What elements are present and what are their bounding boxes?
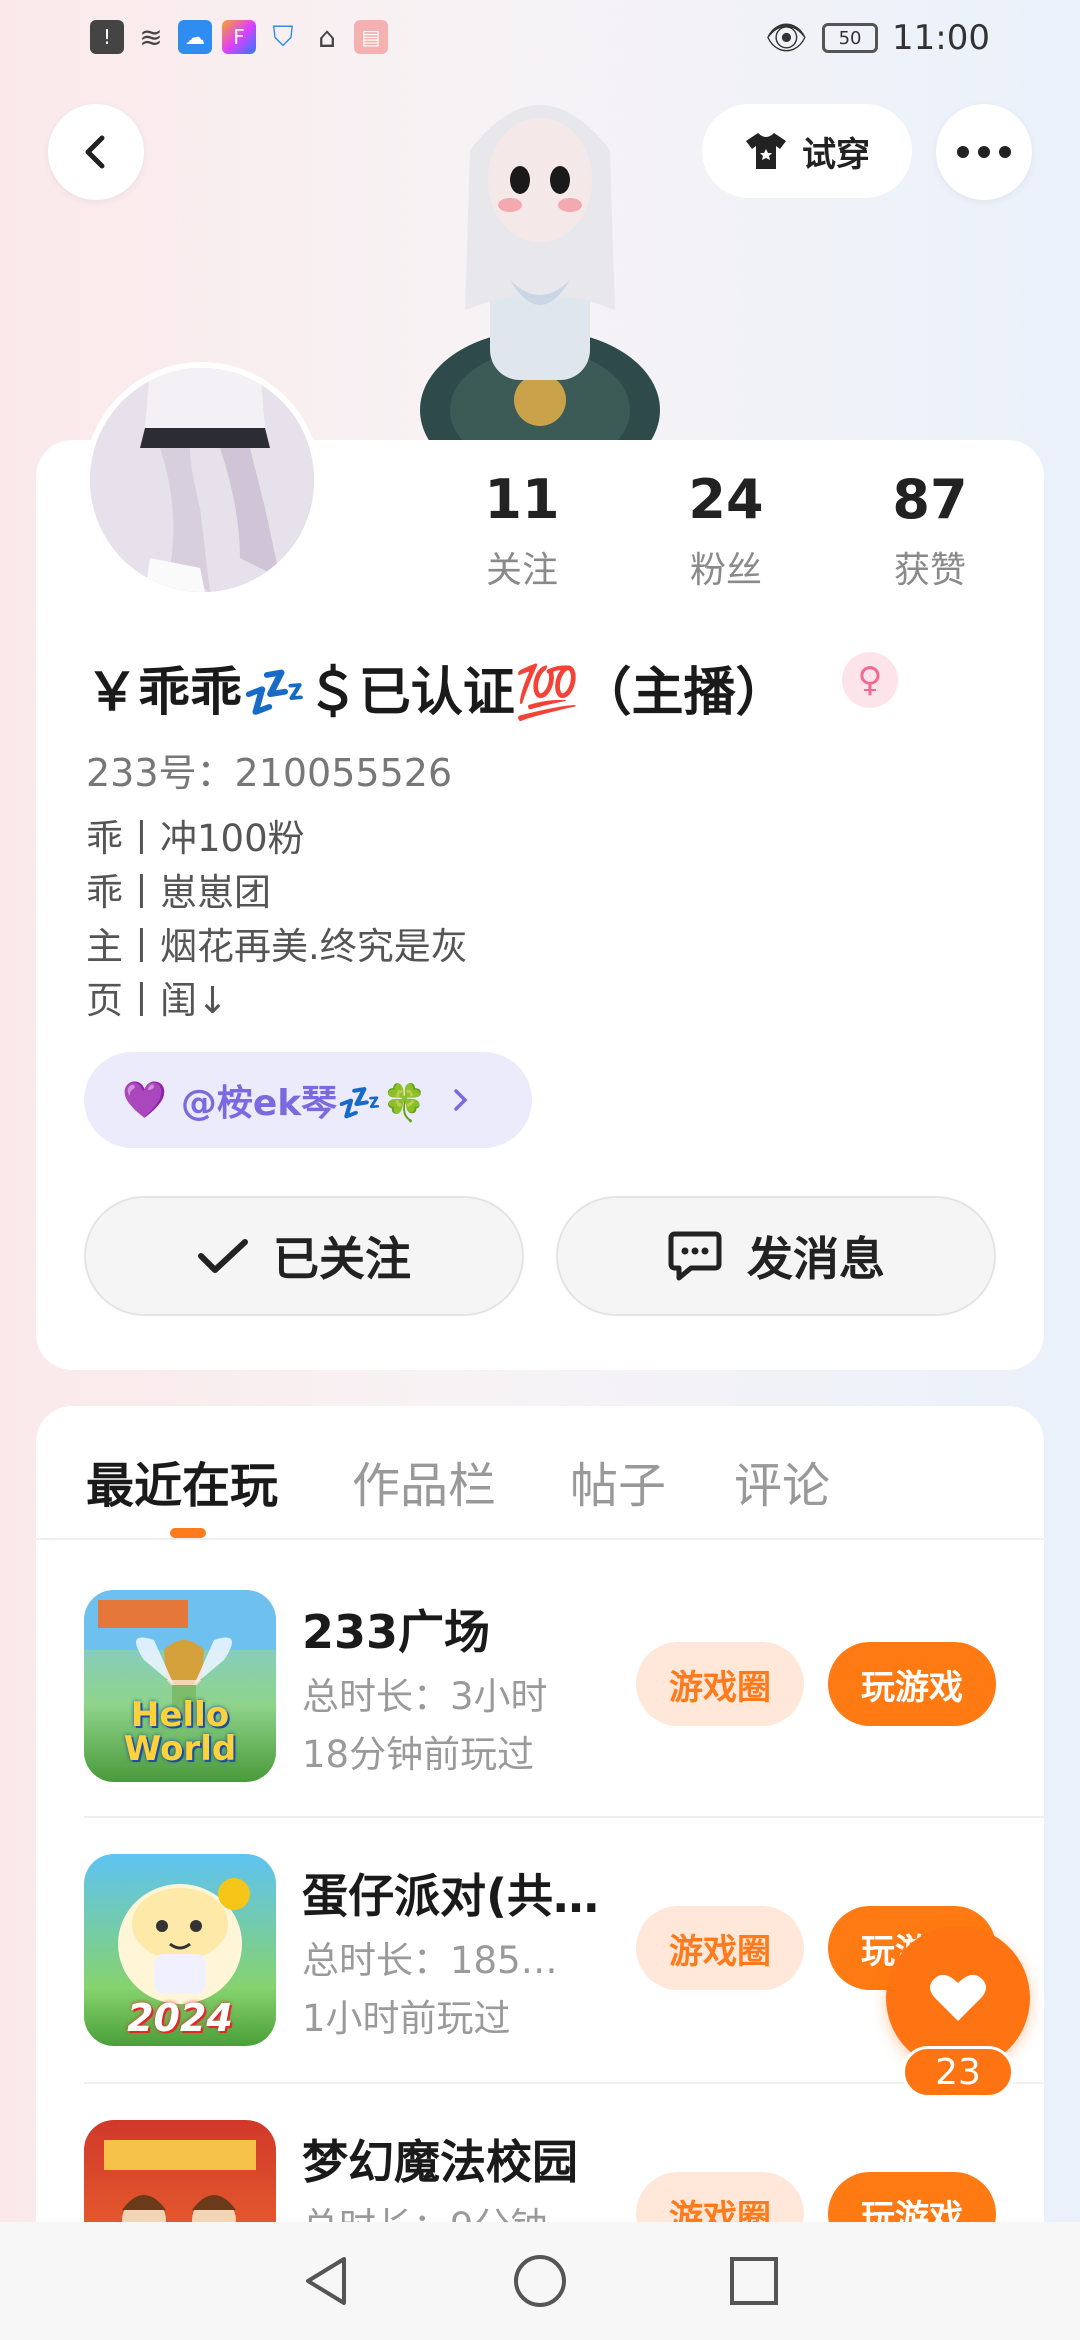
bio: 乖丨冲100粉 乖丨崽崽团 主丨烟花再美.终究是灰 页丨闺↓: [86, 812, 468, 1028]
chevron-right-icon: [454, 1089, 468, 1111]
bio-line: 乖丨崽崽团: [86, 871, 271, 914]
game-title[interactable]: 梦幻魔法校园: [302, 2126, 578, 2192]
shield-icon: ⛉: [272, 20, 294, 53]
following-count: 11: [484, 468, 560, 531]
system-nav-bar: [0, 2222, 1080, 2340]
stat-following[interactable]: 11 关注: [442, 468, 602, 593]
back-button[interactable]: [48, 104, 144, 200]
game-circle-button[interactable]: 游戏圈: [636, 1906, 804, 1990]
tab-works[interactable]: 作品栏: [352, 1446, 496, 1516]
nav-home-icon[interactable]: [512, 2253, 568, 2309]
avatar[interactable]: [84, 362, 320, 598]
nav-recents-icon[interactable]: [728, 2255, 780, 2307]
nickname: ￥乖乖💤＄已认证💯（主播）: [86, 663, 788, 723]
followed-button[interactable]: 已关注: [84, 1196, 524, 1316]
bio-line: 主丨烟花再美.终究是灰: [86, 925, 468, 968]
try-on-button[interactable]: 试穿: [702, 104, 912, 198]
fans-count: 24: [688, 468, 764, 531]
game-last-played: 18分钟前玩过: [302, 1733, 535, 1776]
back-arrow-icon: [85, 135, 105, 169]
purple-hearts-icon: 💜: [122, 1080, 167, 1121]
eye-icon: 👁: [764, 18, 809, 58]
game-duration: 总时长：185…: [302, 1939, 558, 1982]
stat-fans[interactable]: 24 粉丝: [646, 468, 806, 593]
checkmark-icon: [198, 1239, 248, 1273]
wifi-icon: ≋: [139, 20, 163, 54]
tshirt-icon: [746, 133, 786, 169]
heart-icon: [930, 1974, 986, 2021]
avatar-image: [90, 368, 314, 592]
more-dots-icon: [957, 146, 1011, 158]
row-divider: [84, 2082, 1044, 2084]
female-gender-icon: ♀: [842, 652, 898, 708]
app-icon-gift: ▤: [354, 20, 388, 54]
play-game-button[interactable]: 玩游戏: [828, 1642, 996, 1726]
chat-bubble-icon: [668, 1231, 722, 1281]
tab-comments[interactable]: 评论: [734, 1446, 830, 1516]
send-message-label: 发消息: [747, 1232, 885, 1286]
avatar-figure[interactable]: [410, 80, 670, 490]
like-count-badge: 23: [902, 2046, 1014, 2098]
game-duration: 总时长：3小时: [302, 1675, 548, 1718]
followed-label: 已关注: [273, 1232, 411, 1286]
app-icon-bag: ⌂: [318, 20, 336, 54]
status-icons: ! ≋ ☁ F ⛉ ⌂ ▤: [90, 20, 388, 54]
game-icon[interactable]: Hello World: [84, 1590, 276, 1782]
game-title[interactable]: 蛋仔派对(共…: [302, 1860, 599, 1926]
game-icon-text: 2024: [127, 1996, 233, 2040]
stat-likes[interactable]: 87 获赞: [850, 468, 1010, 593]
tab-recently-played[interactable]: 最近在玩: [86, 1446, 278, 1516]
game-icon-text: Hello World: [123, 1695, 237, 1769]
status-right: 👁 50 11:00: [765, 18, 990, 58]
partner-tag[interactable]: 💜 @桉ek琴💤🍀: [84, 1052, 532, 1148]
battery-icon: 50: [822, 23, 879, 53]
alert-icon: !: [90, 20, 124, 54]
fans-label: 粉丝: [689, 550, 762, 591]
send-message-button[interactable]: 发消息: [556, 1196, 996, 1316]
more-button[interactable]: [936, 104, 1032, 200]
bio-line: 页丨闺↓: [86, 979, 229, 1022]
likes-count: 87: [892, 468, 968, 531]
bio-line: 乖丨冲100粉: [86, 817, 305, 860]
game-last-played: 1小时前玩过: [302, 1997, 511, 2040]
tab-active-indicator: [170, 1528, 206, 1538]
app-icon-blue: ☁: [178, 20, 212, 54]
try-on-label: 试穿: [802, 134, 870, 175]
likes-label: 获赞: [893, 550, 966, 591]
game-title[interactable]: 233广场: [302, 1596, 490, 1662]
game-icon[interactable]: 2024: [84, 1854, 276, 2046]
status-bar: ! ≋ ☁ F ⛉ ⌂ ▤ 👁 50 11:00: [0, 0, 1080, 80]
following-label: 关注: [485, 550, 558, 591]
battery-level: 50: [838, 27, 862, 49]
game-circle-button[interactable]: 游戏圈: [636, 1642, 804, 1726]
user-id[interactable]: 233号：210055526: [86, 742, 452, 797]
nav-back-icon[interactable]: [300, 2253, 352, 2309]
app-icon-colorful: F: [222, 20, 256, 54]
row-divider: [84, 1816, 1044, 1818]
tab-posts[interactable]: 帖子: [570, 1446, 666, 1516]
partner-tag-label: @桉ek琴💤🍀: [180, 1083, 427, 1124]
status-time: 11:00: [892, 18, 990, 58]
tab-divider: [36, 1538, 1044, 1540]
